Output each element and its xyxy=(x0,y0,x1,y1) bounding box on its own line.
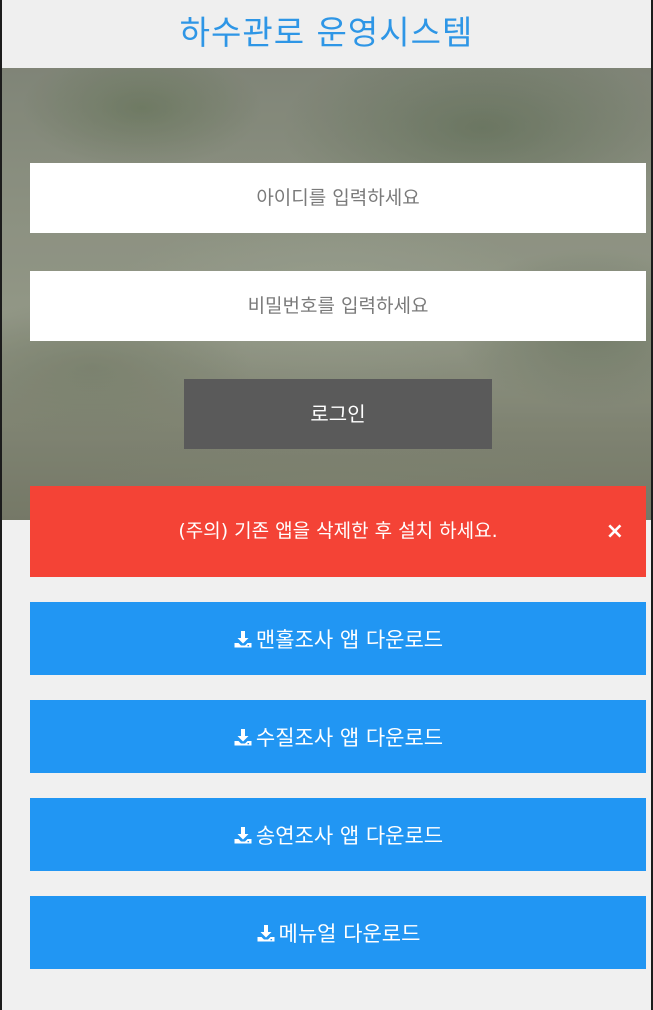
download-icon xyxy=(233,825,253,845)
download-icon xyxy=(233,629,253,649)
page-title: 하수관로 운영시스템 xyxy=(2,0,651,68)
login-button[interactable]: 로그인 xyxy=(184,379,492,449)
download-button-label: 맨홀조사 앱 다운로드 xyxy=(255,627,444,652)
download-icon xyxy=(233,727,253,747)
download-manual-button[interactable]: 메뉴얼 다운로드 xyxy=(30,896,646,969)
app-frame: 하수관로 운영시스템 로그인 (주의) 기존 앱을 삭제한 후 설치 하세요. … xyxy=(0,0,653,1010)
download-water-quality-app-button[interactable]: 수질조사 앱 다운로드 xyxy=(30,700,646,773)
alert-message: (주의) 기존 앱을 삭제한 후 설치 하세요. xyxy=(178,520,498,542)
close-alert-button[interactable]: × xyxy=(606,486,624,577)
warning-alert: (주의) 기존 앱을 삭제한 후 설치 하세요. × xyxy=(30,486,646,577)
download-icon xyxy=(256,923,276,943)
download-button-label: 메뉴얼 다운로드 xyxy=(278,921,421,946)
download-button-label: 수질조사 앱 다운로드 xyxy=(255,725,444,750)
password-input[interactable] xyxy=(30,271,646,341)
download-smoke-test-app-button[interactable]: 송연조사 앱 다운로드 xyxy=(30,798,646,871)
user-id-input[interactable] xyxy=(30,163,646,233)
download-manhole-app-button[interactable]: 맨홀조사 앱 다운로드 xyxy=(30,602,646,675)
download-button-label: 송연조사 앱 다운로드 xyxy=(255,823,444,848)
